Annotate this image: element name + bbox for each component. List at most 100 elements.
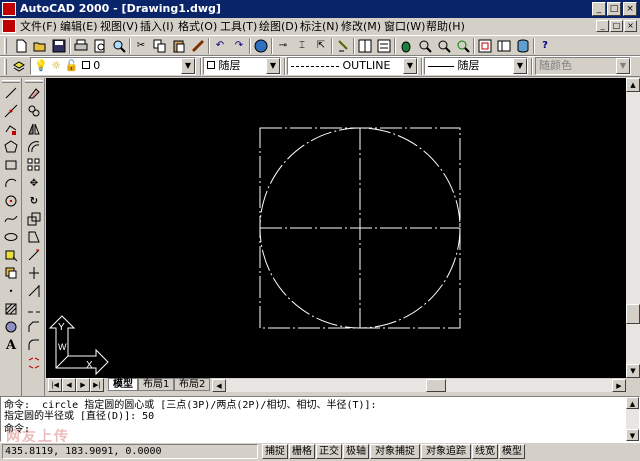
grid-toggle[interactable]: 栅格 — [289, 444, 315, 459]
region-icon[interactable] — [2, 318, 20, 336]
tiled-icon[interactable] — [356, 37, 374, 55]
scroll-right-icon[interactable]: ▶ — [612, 379, 626, 392]
extend-icon[interactable] — [25, 282, 43, 300]
osnap-toggle[interactable]: 对象捕捉 — [370, 444, 420, 459]
fillet-icon[interactable] — [25, 336, 43, 354]
rotate-icon[interactable]: ↻ — [25, 192, 43, 210]
scale-icon[interactable] — [25, 210, 43, 228]
scroll-down-icon[interactable]: ▼ — [626, 364, 640, 378]
horizontal-scroll-thumb[interactable] — [426, 379, 446, 392]
preview-icon[interactable] — [91, 37, 109, 55]
find-icon[interactable] — [110, 37, 128, 55]
menu-file[interactable]: 文件(F) — [20, 19, 57, 34]
copy-object-icon[interactable] — [25, 102, 43, 120]
lineweight-combo[interactable]: 随层 ▼ — [424, 57, 528, 75]
open-icon[interactable] — [31, 37, 49, 55]
match-properties-icon[interactable] — [189, 37, 207, 55]
array-icon[interactable] — [25, 156, 43, 174]
tab-prev-icon[interactable]: ◀ — [62, 378, 76, 392]
properties-icon[interactable] — [375, 37, 393, 55]
tab-model[interactable]: 模型 — [108, 378, 138, 391]
menu-tools[interactable]: 工具(T) — [220, 19, 257, 34]
stretch-icon[interactable] — [25, 228, 43, 246]
coordinates-display[interactable]: 435.8119, 183.9091, 0.0000 — [2, 444, 258, 459]
minimize-button[interactable]: _ — [592, 2, 606, 16]
browser-icon[interactable] — [252, 37, 270, 55]
command-scrollbar[interactable]: ▲ ▼ — [626, 397, 639, 441]
menu-modify[interactable]: 修改(M) — [341, 19, 381, 34]
menu-edit[interactable]: 编辑(E) — [60, 19, 98, 34]
draw-toolbar-grip[interactable] — [2, 80, 20, 83]
grip-icon[interactable] — [334, 37, 352, 55]
make-block-icon[interactable] — [2, 264, 20, 282]
help-icon[interactable]: ? — [536, 37, 554, 55]
save-icon[interactable] — [50, 37, 68, 55]
design-center-icon[interactable] — [495, 37, 513, 55]
color-dropdown-arrow[interactable]: ▼ — [266, 58, 280, 74]
modify-toolbar-grip[interactable] — [25, 80, 43, 83]
autocad-app-icon[interactable] — [2, 2, 16, 16]
line-icon[interactable] — [2, 84, 20, 102]
model-toggle[interactable]: 模型 — [499, 444, 525, 459]
spline-icon[interactable] — [2, 210, 20, 228]
tab-next-icon[interactable]: ▶ — [76, 378, 90, 392]
chamfer-icon[interactable] — [25, 318, 43, 336]
linetype-dropdown-arrow[interactable]: ▼ — [403, 58, 417, 74]
zoom-previous-icon[interactable] — [454, 37, 472, 55]
pan-icon[interactable] — [397, 37, 415, 55]
scroll-up-icon[interactable]: ▲ — [626, 78, 640, 92]
copy-icon[interactable] — [151, 37, 169, 55]
circle-icon[interactable] — [2, 192, 20, 210]
trim-icon[interactable] — [25, 264, 43, 282]
multiline-text-icon[interactable]: A — [2, 336, 20, 354]
doc-restore-button[interactable]: □ — [610, 20, 623, 32]
explode-icon[interactable] — [25, 354, 43, 372]
lineweight-toggle[interactable]: 线宽 — [472, 444, 498, 459]
otrack-toggle[interactable]: 对象追踪 — [421, 444, 471, 459]
lineweight-dropdown-arrow[interactable]: ▼ — [513, 58, 527, 74]
tab-layout1[interactable]: 布局1 — [138, 378, 175, 391]
insert-block-icon[interactable] — [2, 246, 20, 264]
arc-icon[interactable] — [2, 174, 20, 192]
tab-last-icon[interactable]: ▶| — [90, 378, 104, 392]
lengthen-icon[interactable] — [25, 246, 43, 264]
menu-draw[interactable]: 绘图(D) — [259, 19, 298, 34]
horizontal-scrollbar[interactable]: ◀ ▶ — [212, 379, 626, 392]
point-icon[interactable]: • — [2, 282, 20, 300]
new-icon[interactable] — [12, 37, 30, 55]
properties-toolbar-grip[interactable] — [4, 59, 7, 75]
cut-icon[interactable]: ✂ — [132, 37, 150, 55]
linetype-combo[interactable]: OUTLINE ▼ — [287, 57, 418, 75]
menu-format[interactable]: 格式(O) — [178, 19, 217, 34]
menu-help[interactable]: 帮助(H) — [426, 19, 465, 34]
menu-window[interactable]: 窗口(W) — [384, 19, 425, 34]
polyline-icon[interactable] — [2, 120, 20, 138]
zoom-window-icon[interactable] — [435, 37, 453, 55]
layer-manager-icon[interactable] — [10, 57, 28, 75]
ellipse-icon[interactable] — [2, 228, 20, 246]
db-icon[interactable] — [514, 37, 532, 55]
scroll-left-icon[interactable]: ◀ — [212, 379, 226, 392]
vertical-scrollbar[interactable]: ▲ ▼ — [626, 78, 640, 378]
snap-from-icon[interactable]: ⊸ — [274, 37, 292, 55]
print-icon[interactable] — [72, 37, 90, 55]
tab-first-icon[interactable]: |◀ — [48, 378, 62, 392]
close-button[interactable]: × — [623, 2, 637, 16]
document-icon[interactable] — [2, 19, 16, 33]
tracking-icon[interactable]: ⇱ — [312, 37, 330, 55]
maximize-button[interactable]: □ — [607, 2, 621, 16]
layer-dropdown-arrow[interactable]: ▼ — [181, 58, 195, 74]
menu-insert[interactable]: 插入(I) — [140, 19, 174, 34]
ortho-toggle[interactable]: 正交 — [316, 444, 342, 459]
polar-toggle[interactable]: 极轴 — [343, 444, 369, 459]
color-combo[interactable]: 随层 ▼ — [203, 57, 281, 75]
construction-line-icon[interactable] — [2, 102, 20, 120]
vertical-scroll-thumb[interactable] — [626, 304, 640, 324]
paste-icon[interactable] — [170, 37, 188, 55]
hatch-icon[interactable] — [2, 300, 20, 318]
redo-icon[interactable]: ↷ — [230, 37, 248, 55]
aerial-view-icon[interactable] — [476, 37, 494, 55]
doc-close-button[interactable]: × — [624, 20, 637, 32]
snap-toggle[interactable]: 捕捉 — [262, 444, 288, 459]
command-scroll-up-icon[interactable]: ▲ — [626, 397, 639, 409]
